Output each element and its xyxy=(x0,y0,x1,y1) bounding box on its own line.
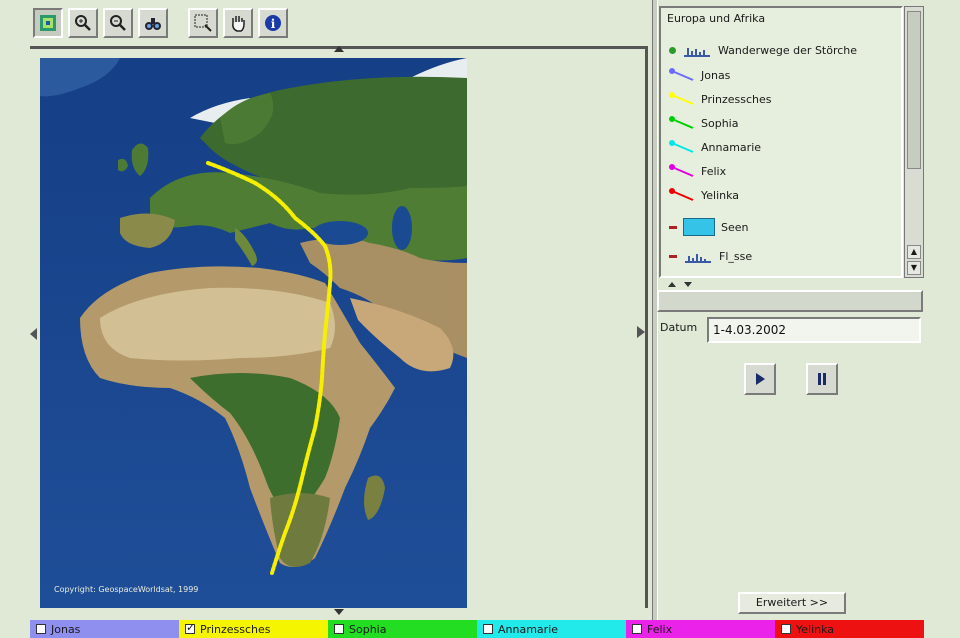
legend-scrollbar[interactable]: ▲ ▼ xyxy=(904,6,924,278)
zoom-in-icon xyxy=(75,15,91,31)
bird-toggle-yelinka[interactable]: Yelinka xyxy=(775,620,924,638)
bird-toggle-jonas[interactable]: Jonas xyxy=(30,620,179,638)
zoom-rect-button[interactable] xyxy=(188,8,218,38)
info-icon: i xyxy=(265,15,281,31)
legend-bird-sophia[interactable]: Sophia xyxy=(669,116,738,130)
pan-button[interactable] xyxy=(223,8,253,38)
hand-icon xyxy=(232,16,245,32)
info-button[interactable]: i xyxy=(258,8,288,38)
overview-icon xyxy=(40,15,56,31)
bird-toggle-prinzessches[interactable]: Prinzessches xyxy=(179,620,328,638)
zoom-in-button[interactable] xyxy=(68,8,98,38)
play-button[interactable] xyxy=(744,363,776,395)
satellite-map[interactable]: Copyright: GeospaceWorldsat, 1999 xyxy=(40,58,467,608)
checkbox-checked[interactable] xyxy=(185,621,195,634)
svg-text:i: i xyxy=(271,17,276,31)
bird-toggle-sophia[interactable]: Sophia xyxy=(328,620,477,638)
overview-button[interactable] xyxy=(33,8,63,38)
pan-west-arrow[interactable] xyxy=(30,328,37,340)
legend-bird-annamarie[interactable]: Annamarie xyxy=(669,140,761,154)
legend-bird-label: Sophia xyxy=(701,116,739,130)
pan-north-arrow[interactable] xyxy=(334,46,344,52)
checkbox[interactable] xyxy=(36,624,46,634)
map-image xyxy=(40,58,467,608)
legend-fluesse-label: Fl_sse xyxy=(719,249,753,263)
binoculars-icon xyxy=(145,18,161,30)
legend-bird-prinzessches[interactable]: Prinzessches xyxy=(669,92,772,106)
bird-line-icon xyxy=(669,68,695,82)
bird-layer-icon xyxy=(684,48,710,57)
scroll-down-icon[interactable]: ▼ xyxy=(907,261,921,275)
river-layer-icon xyxy=(685,254,711,263)
map-copyright: Copyright: GeospaceWorldsat, 1999 xyxy=(54,585,199,594)
legend-bird-label: Yelinka xyxy=(701,188,740,202)
zoom-rect-icon xyxy=(194,14,212,32)
legend-bird-felix[interactable]: Felix xyxy=(669,164,726,178)
legend-bird-label: Felix xyxy=(701,164,727,178)
expand-button[interactable]: Erweitert >> xyxy=(738,592,846,614)
bird-line-icon xyxy=(669,188,695,202)
map-toolbar: i xyxy=(33,8,288,40)
bird-toggle-annamarie[interactable]: Annamarie xyxy=(477,620,626,638)
legend-layer-label: Wanderwege der Störche xyxy=(718,43,858,57)
checkbox[interactable] xyxy=(781,624,791,634)
datum-label: Datum xyxy=(660,321,698,334)
zoom-out-icon xyxy=(110,15,126,31)
legend-layer-fluesse[interactable]: Fl_sse xyxy=(669,248,752,264)
layer-toggle-minus-icon xyxy=(669,254,677,258)
pan-east-arrow[interactable] xyxy=(637,326,645,338)
splitter-up-icon[interactable] xyxy=(668,282,676,287)
bird-line-icon xyxy=(669,140,695,154)
bird-toggle-label: Yelinka xyxy=(796,622,835,636)
datum-field[interactable] xyxy=(707,317,921,343)
pause-icon xyxy=(818,373,826,385)
layer-visible-dot xyxy=(669,46,676,54)
legend-bird-label: Jonas xyxy=(701,68,731,82)
time-slider-bar[interactable] xyxy=(657,290,923,312)
bird-toggle-label: Felix xyxy=(647,622,673,636)
bird-toggle-label: Annamarie xyxy=(498,622,559,636)
binoculars-button[interactable] xyxy=(138,8,168,38)
bird-selector-bar: Jonas Prinzessches Sophia Annamarie Feli… xyxy=(30,620,924,638)
legend-layer-storks[interactable]: Wanderwege der Störche xyxy=(669,42,857,58)
layer-toggle-minus-icon xyxy=(669,225,677,229)
bird-toggle-label: Sophia xyxy=(349,622,387,636)
scrollbar-thumb[interactable] xyxy=(907,11,921,169)
legend-bird-yelinka[interactable]: Yelinka xyxy=(669,188,739,202)
bird-toggle-label: Jonas xyxy=(51,622,81,636)
legend-title: Europa und Afrika xyxy=(667,12,766,25)
pause-button[interactable] xyxy=(806,363,838,395)
bird-toggle-felix[interactable]: Felix xyxy=(626,620,775,638)
legend-layer-seen[interactable]: Seen xyxy=(669,218,749,236)
zoom-out-button[interactable] xyxy=(103,8,133,38)
legend-bird-label: Prinzessches xyxy=(701,92,772,106)
play-icon xyxy=(756,373,765,385)
pan-south-arrow[interactable] xyxy=(334,609,344,615)
bird-line-icon xyxy=(669,116,695,130)
checkbox[interactable] xyxy=(632,624,642,634)
legend-bird-jonas[interactable]: Jonas xyxy=(669,68,730,82)
splitter-down-icon[interactable] xyxy=(684,282,692,287)
legend-panel: Europa und Afrika Wanderwege der Störche… xyxy=(659,6,903,278)
legend-bird-label: Annamarie xyxy=(701,140,762,154)
bird-toggle-label: Prinzessches xyxy=(200,622,271,636)
bird-line-icon xyxy=(669,164,695,178)
checkbox[interactable] xyxy=(483,624,493,634)
scroll-up-icon[interactable]: ▲ xyxy=(907,245,921,259)
checkbox[interactable] xyxy=(334,624,344,634)
lake-swatch-icon xyxy=(683,218,715,236)
bird-line-icon xyxy=(669,92,695,106)
legend-seen-label: Seen xyxy=(721,220,749,234)
